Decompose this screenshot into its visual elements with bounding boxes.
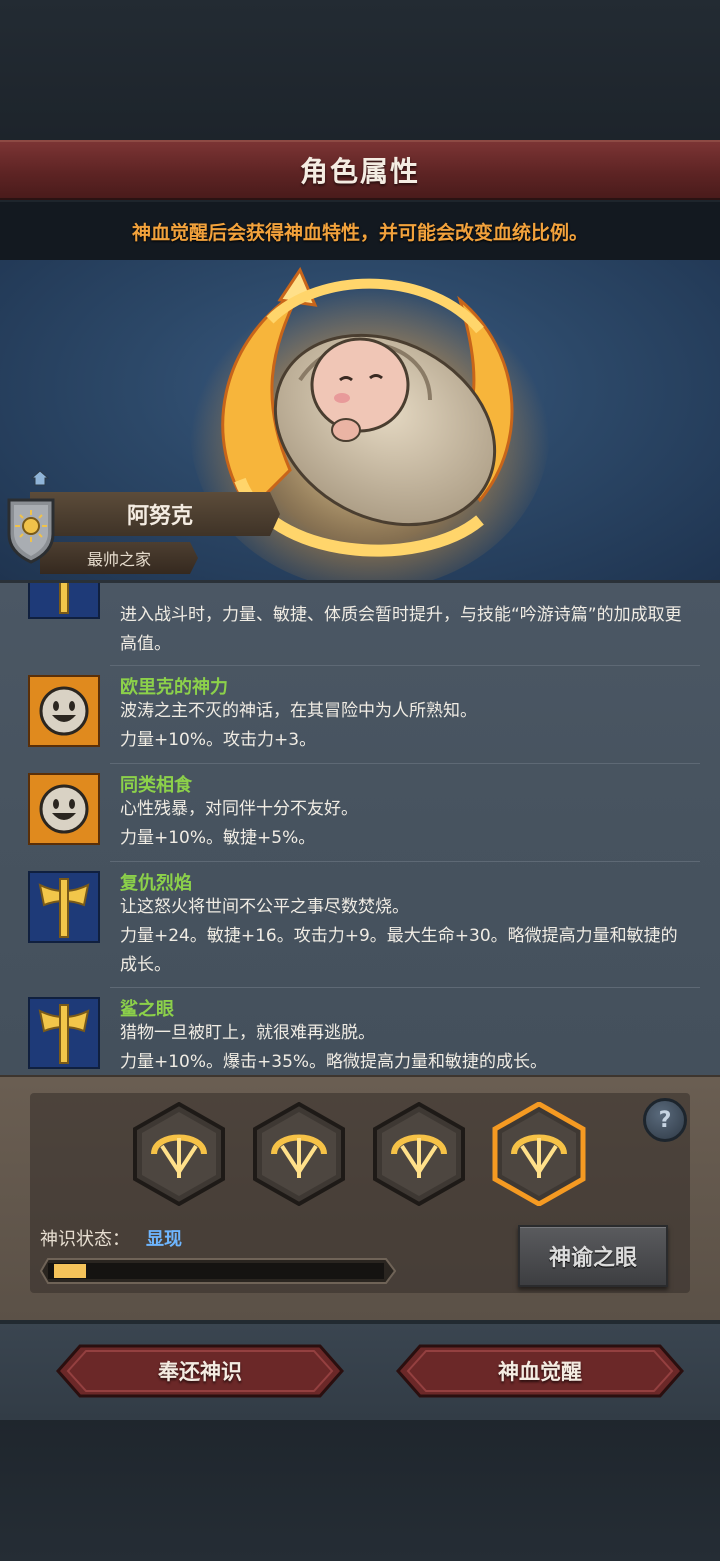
trait-effect: 力量+24。敏捷+16。攻击力+9。最大生命+30。略微提高力量和敏捷的成长。 — [120, 926, 678, 975]
notice-bar: 神血觉醒后会获得神血特性，并可能会改变血统比例。 — [0, 202, 720, 260]
divider — [110, 861, 700, 862]
return-divine-sense-button[interactable]: 奉还神识 — [56, 1344, 344, 1398]
family-crest-shield-icon[interactable] — [6, 496, 56, 564]
divine-slot-3[interactable] — [372, 1101, 466, 1207]
help-button[interactable]: ? — [643, 1098, 687, 1142]
trait-list[interactable]: 进入战斗时，力量、敏捷、体质会暂时提升，与技能“吟游诗篇”的加成取更高值。 欧里… — [0, 580, 720, 1075]
divider — [110, 987, 700, 988]
divine-progress-bar — [39, 1258, 397, 1284]
trait-description: 猎物一旦被盯上，就很难再逃脱。 — [120, 1023, 375, 1043]
axe-icon — [28, 997, 100, 1069]
trait-effect: 力量+10%。攻击力+3。 — [120, 730, 317, 750]
trait-description: 心性残暴，对同伴十分不友好。 — [120, 799, 358, 819]
divider — [110, 763, 700, 764]
bottom-background — [0, 1420, 720, 1561]
trait-description: 让这怒火将世间不公平之事尽数焚烧。 — [120, 897, 409, 917]
divine-status-value: 显现 — [146, 1229, 182, 1250]
trait-name: 欧里克的神力 — [120, 677, 228, 698]
family-name: 最帅之家 — [86, 550, 151, 569]
title-banner: 角色属性 — [0, 140, 720, 200]
page-title: 角色属性 — [299, 155, 420, 188]
smiley-face-icon — [28, 675, 100, 747]
trait-name: 鲨之眼 — [120, 999, 174, 1020]
trait-description: 进入战斗时，力量、敏捷、体质会暂时提升，与技能“吟游诗篇”的加成取更高值。 — [120, 605, 682, 654]
trait-effect: 力量+10%。爆击+35%。略微提高力量和敏捷的成长。 — [120, 1052, 548, 1072]
trait-description: 波涛之主不灭的神话，在其冒险中为人所熟知。 — [120, 701, 477, 721]
blood-awaken-label: 神血觉醒 — [498, 1360, 582, 1384]
return-divine-sense-label: 奉还神识 — [158, 1360, 242, 1384]
oracle-eye-button[interactable]: 神谕之眼 — [518, 1225, 668, 1287]
home-icon — [30, 470, 50, 486]
trait-name: 复仇烈焰 — [120, 873, 192, 894]
notice-text: 神血觉醒后会获得神血特性，并可能会改变血统比例。 — [131, 221, 588, 244]
divine-slot-1[interactable] — [132, 1101, 226, 1207]
trait-effect: 力量+10%。敏捷+5%。 — [120, 828, 316, 848]
smiley-face-icon — [28, 773, 100, 845]
trait-name: 同类相食 — [120, 775, 192, 796]
character-name: 阿努克 — [126, 504, 193, 529]
divine-progress-fill — [54, 1264, 86, 1278]
axe-icon — [28, 583, 100, 619]
divine-slot-2[interactable] — [252, 1101, 346, 1207]
divine-slot-4-selected[interactable] — [492, 1101, 586, 1207]
divider — [110, 665, 700, 666]
help-icon: ? — [658, 1107, 672, 1133]
divine-status-label: 神识状态： — [40, 1229, 130, 1250]
character-name-plate: 阿努克 — [30, 492, 280, 536]
oracle-eye-label: 神谕之眼 — [548, 1246, 637, 1271]
top-background — [0, 0, 720, 140]
axe-icon — [28, 871, 100, 943]
family-name-plate: 最帅之家 — [40, 542, 198, 574]
blood-awaken-button[interactable]: 神血觉醒 — [396, 1344, 684, 1398]
